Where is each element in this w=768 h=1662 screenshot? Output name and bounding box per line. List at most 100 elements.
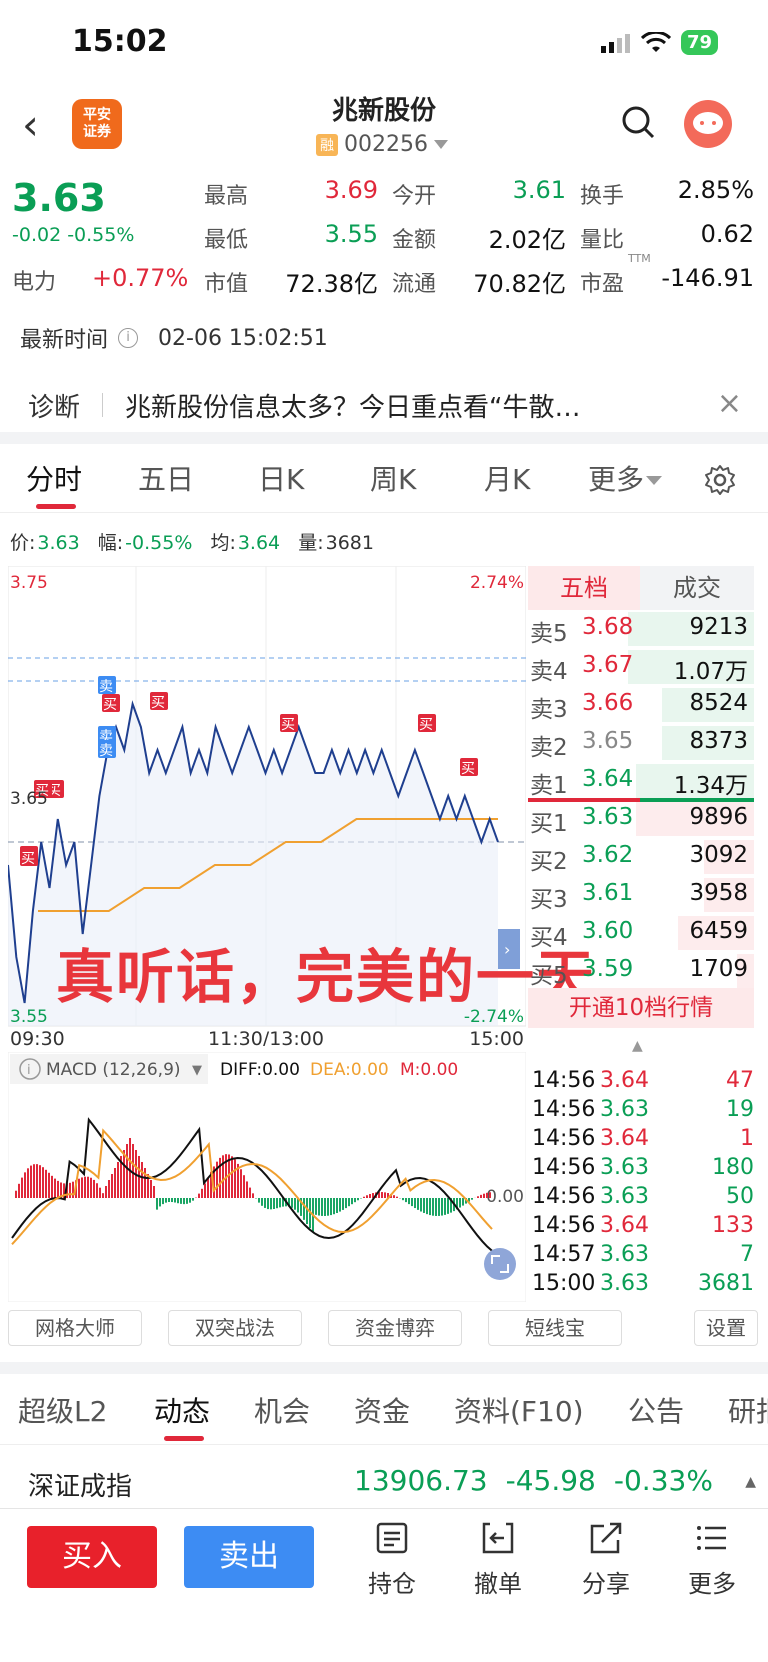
orderbook-row[interactable]: 卖3 3.66 8524	[528, 686, 754, 724]
double-break-button[interactable]: 双突战法	[168, 1310, 302, 1346]
macd-bar	[348, 1198, 350, 1207]
trade-time: 14:56	[532, 1126, 596, 1151]
share-button[interactable]: 分享	[566, 1520, 646, 1599]
macd-bar	[33, 1164, 35, 1198]
caret-up-icon[interactable]: ▲	[632, 1038, 643, 1054]
tab-monthly-k[interactable]: 月K	[484, 458, 530, 498]
macd-bar	[447, 1198, 449, 1214]
macd-bar	[84, 1176, 86, 1198]
holdings-button[interactable]: 持仓	[352, 1520, 432, 1599]
wifi-icon	[640, 31, 671, 52]
quote-label: 换手	[580, 184, 625, 209]
tab-trades[interactable]: 成交	[640, 566, 754, 610]
macd-bar	[18, 1183, 20, 1198]
tab-super-l2[interactable]: 超级L2	[18, 1390, 107, 1430]
stock-code-selector[interactable]: 融 002256	[316, 132, 448, 157]
short-term-button[interactable]: 短线宝	[488, 1310, 622, 1346]
fullscreen-icon[interactable]	[484, 1248, 516, 1280]
macd-bar	[36, 1164, 38, 1198]
sell-button[interactable]: 卖出	[184, 1526, 314, 1588]
settings-gear-icon[interactable]	[704, 464, 736, 496]
axis-bottom-price: 3.55	[10, 1007, 48, 1027]
assistant-avatar[interactable]	[684, 100, 732, 148]
macd-bar	[381, 1192, 383, 1198]
fund-game-button[interactable]: 资金博弈	[328, 1310, 462, 1346]
quote-value: 72.38亿	[285, 270, 378, 298]
orderbook-row[interactable]: 卖5 3.68 9213	[528, 610, 754, 648]
caret-up-icon[interactable]: ▲	[745, 1474, 756, 1490]
trade-volume: 19	[726, 1097, 754, 1122]
orderbook-row[interactable]: 买5 3.59 1709	[528, 952, 754, 990]
sector-label[interactable]: 电力	[12, 264, 56, 296]
sell-marker-label: 卖	[99, 679, 113, 695]
macd-bar	[264, 1198, 266, 1208]
caret-down-icon	[433, 139, 448, 149]
macd-label: MACD (12,26,9)	[46, 1060, 181, 1080]
overlay-caption: 真听话，完美的一天	[56, 943, 597, 1011]
macd-bar	[99, 1187, 101, 1198]
more-button[interactable]: 更多	[672, 1520, 752, 1599]
cancel-order-button[interactable]: 撤单	[458, 1520, 538, 1599]
quote-value: 3.55	[324, 220, 378, 248]
macd-bar	[261, 1198, 263, 1206]
quote-value: -146.91	[661, 264, 754, 292]
tab-announcements[interactable]: 公告	[628, 1390, 684, 1430]
macd-bar	[168, 1198, 170, 1202]
info-icon[interactable]: i	[118, 328, 139, 348]
macd-bar	[189, 1198, 191, 1203]
buy-button[interactable]: 买入	[27, 1526, 157, 1588]
orderbook-row[interactable]: 卖4 3.67 1.07万	[528, 648, 754, 686]
macd-bar	[171, 1198, 173, 1203]
trade-volume: 3681	[698, 1271, 754, 1296]
diagnosis-banner[interactable]: 诊断 兆新股份信息太多？今日重点看“牛散… ×	[0, 378, 768, 432]
orderbook-row[interactable]: 买3 3.61 3958	[528, 876, 754, 914]
macd-bar	[249, 1187, 251, 1198]
orderbook-row[interactable]: 卖1 3.64 1.34万	[528, 762, 754, 800]
tab-news[interactable]: 动态	[154, 1390, 210, 1430]
holdings-label: 持仓	[368, 1570, 416, 1598]
orderbook-row[interactable]: 买4 3.60 6459	[528, 914, 754, 952]
tab-intraday[interactable]: 分时	[26, 458, 82, 498]
index-ticker[interactable]: 深证成指 13906.73 -45.98 -0.33% ▲	[0, 1452, 768, 1508]
quote-value: 3.61	[512, 176, 566, 204]
tab-research[interactable]: 研报	[728, 1390, 768, 1430]
orderbook-row[interactable]: 买2 3.62 3092	[528, 838, 754, 876]
index-values: 13906.73 -45.98 -0.33%	[354, 1464, 731, 1497]
tab-five-day[interactable]: 五日	[138, 458, 194, 498]
macd-bar	[207, 1177, 209, 1198]
macd-bar	[477, 1196, 479, 1198]
macd-bar	[363, 1196, 365, 1198]
macd-bar	[270, 1198, 272, 1210]
quote-label: 最低	[204, 228, 249, 253]
macd-chart[interactable]: i MACD (12,26,9) ▼ DIFF:0.00 DEA:0.00 M:…	[8, 1052, 526, 1302]
macd-bar	[87, 1176, 89, 1198]
orderbook-tabs: 五档 成交	[528, 566, 754, 610]
macd-bar	[72, 1181, 74, 1198]
section-gap	[0, 1362, 768, 1374]
tab-more[interactable]: 更多	[588, 458, 663, 498]
trade-row: 14:56 3.63 19	[532, 1097, 754, 1126]
axis-time-end: 15:00	[469, 1028, 524, 1046]
tools-settings-button[interactable]: 设置	[694, 1310, 758, 1346]
macd-bar	[177, 1198, 179, 1204]
grid-master-button[interactable]: 网格大师	[8, 1310, 142, 1346]
tab-daily-k[interactable]: 日K	[258, 458, 304, 498]
index-name: 深证成指	[28, 1472, 133, 1502]
search-icon[interactable]	[620, 104, 656, 140]
tab-five-levels[interactable]: 五档	[528, 566, 640, 610]
macd-bar	[369, 1194, 371, 1198]
orderbook-row[interactable]: 买1 3.63 9896	[528, 800, 754, 838]
open-ten-levels-button[interactable]: 开通10档行情	[528, 988, 754, 1028]
tab-f10[interactable]: 资料(F10)	[454, 1390, 584, 1430]
tab-capital[interactable]: 资金	[354, 1390, 410, 1430]
trade-price: 3.63	[600, 1155, 649, 1180]
macd-bar	[39, 1165, 41, 1198]
stock-code: 002256	[344, 132, 428, 157]
tab-opportunity[interactable]: 机会	[254, 1390, 310, 1430]
tab-weekly-k[interactable]: 周K	[370, 458, 416, 498]
section-gap	[0, 432, 768, 444]
quote-label: 金额	[392, 228, 437, 253]
orderbook-row[interactable]: 卖2 3.65 8373	[528, 724, 754, 762]
range-info-label: 幅:	[97, 532, 124, 554]
close-icon[interactable]: ×	[717, 386, 742, 421]
